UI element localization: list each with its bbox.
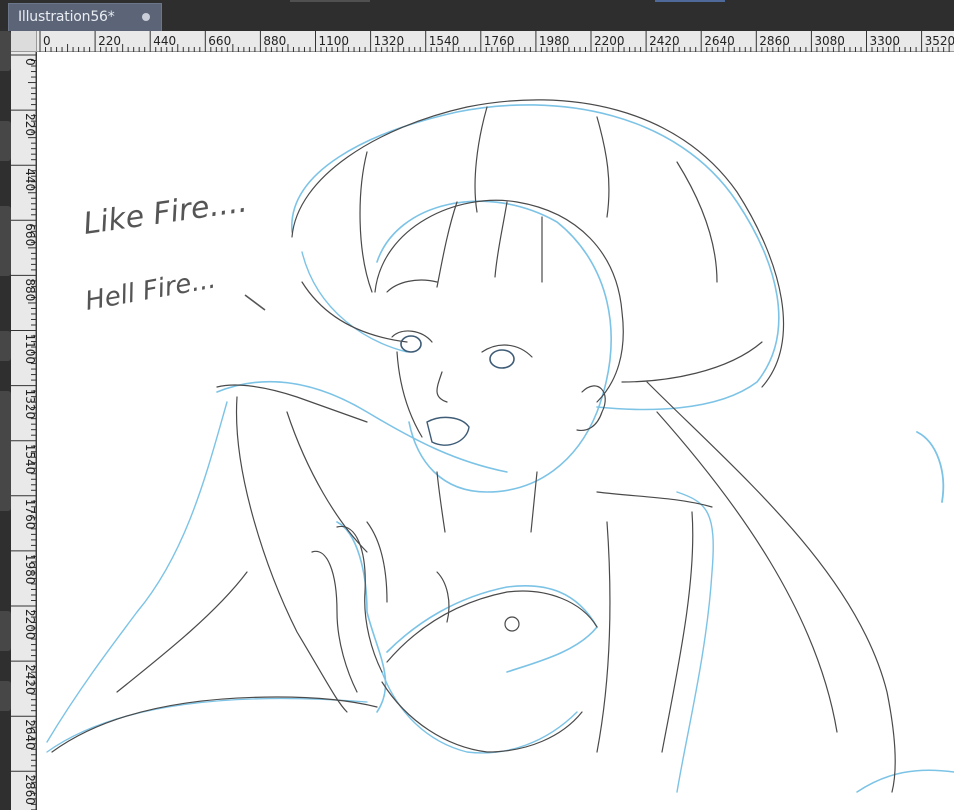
ruler-label: 1540 <box>429 34 460 48</box>
ruler-label: 2420 <box>23 664 36 695</box>
ruler-label: 1980 <box>23 554 36 585</box>
ruler-label: 1540 <box>23 444 36 475</box>
ruler-label: 660 <box>23 223 36 246</box>
document-tab-bar: Illustration56* <box>0 0 954 31</box>
sketch-artwork[interactable]: Like Fire.... Hell Fire... <box>37 52 954 810</box>
document-tab-title: Illustration56* <box>18 9 115 25</box>
vertical-ruler[interactable]: 0 220 440 660 880 1100 1320 1540 1760 1980 2200 242… <box>11 52 36 810</box>
ruler-label: 0 <box>43 34 51 48</box>
annotation-hell-fire: Hell Fire... <box>83 264 218 316</box>
document-tab[interactable]: Illustration56* <box>8 3 162 31</box>
horizontal-ruler-ticks: 0 220 440 660 880 1100 1320 1540 1760 1980 2200 242… <box>39 31 954 52</box>
ruler-label: 1100 <box>23 334 36 365</box>
ruler-label: 3080 <box>814 34 845 48</box>
top-edge-segment <box>655 0 725 2</box>
ruler-label: 2640 <box>704 34 735 48</box>
ruler-label: 220 <box>23 113 36 136</box>
ruler-label: 440 <box>153 34 176 48</box>
ruler-label: 1760 <box>484 34 515 48</box>
ruler-label: 1320 <box>374 34 405 48</box>
panel-toggle-button[interactable] <box>0 331 11 361</box>
panel-toggle-button[interactable] <box>0 121 11 161</box>
ruler-label: 1320 <box>23 389 36 420</box>
ruler-label: 3300 <box>870 34 901 48</box>
vertical-ruler-ticks: 0 220 440 660 880 1100 1320 1540 1760 1980 2200 242… <box>11 54 36 810</box>
horizontal-ruler[interactable]: 0 220 440 660 880 1100 1320 1540 1760 1980 2200 242… <box>37 31 954 52</box>
drawing-canvas[interactable]: Like Fire.... Hell Fire... <box>37 52 954 810</box>
ruler-label: 3520 <box>925 34 954 48</box>
ruler-label: 220 <box>98 34 121 48</box>
panel-toggle-button[interactable] <box>0 31 11 71</box>
ruler-label: 2860 <box>759 34 790 48</box>
panel-toggle-button[interactable] <box>0 391 11 511</box>
ruler-label: 2420 <box>649 34 680 48</box>
panel-toggle-button[interactable] <box>0 206 11 276</box>
speech-tick-mark <box>244 294 266 311</box>
ruler-label: 660 <box>208 34 231 48</box>
ruler-label: 2200 <box>594 34 625 48</box>
ruler-label: 1760 <box>23 499 36 530</box>
top-edge-segment <box>290 0 370 2</box>
ruler-label: 440 <box>23 168 36 191</box>
ruler-label: 0 <box>23 58 36 66</box>
ruler-label: 2200 <box>23 609 36 640</box>
ruler-label: 2640 <box>23 719 36 750</box>
ruler-label: 880 <box>23 278 36 301</box>
panel-toggle-button[interactable] <box>0 681 11 711</box>
ruler-label: 880 <box>263 34 286 48</box>
ruler-corner[interactable] <box>11 31 37 52</box>
ruler-label: 1100 <box>319 34 350 48</box>
ruler-label: 2860 <box>23 774 36 805</box>
ruler-label: 1980 <box>539 34 570 48</box>
left-panel-strip <box>0 31 11 810</box>
annotation-like-fire: Like Fire.... <box>81 184 249 242</box>
circle-dot-icon[interactable] <box>142 13 150 21</box>
panel-toggle-button[interactable] <box>0 611 11 651</box>
